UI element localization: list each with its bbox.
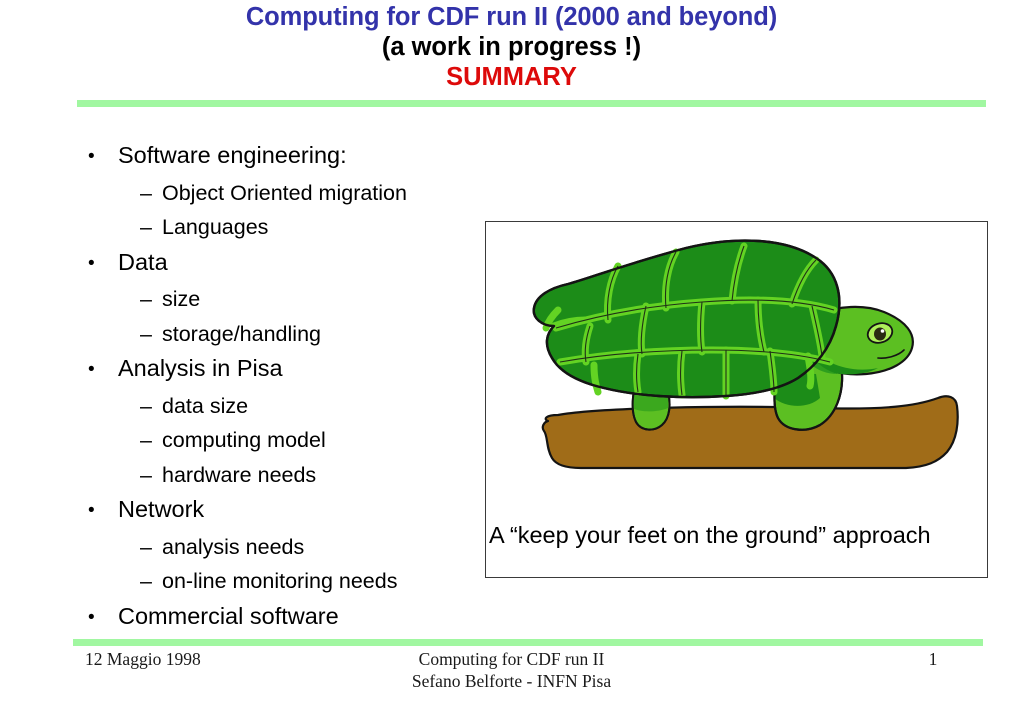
outline-item-label: Software engineering:: [118, 142, 347, 168]
outline-bullet-item: • Software engineering:: [88, 138, 488, 176]
footer-center-block: Computing for CDF run II Sefano Belforte…: [0, 648, 1023, 692]
outline-bullet-item: • Analysis in Pisa: [88, 351, 488, 389]
outline-item-label: computing model: [162, 428, 326, 452]
tortoise-shell: [532, 239, 841, 400]
outline-item-label: Data: [118, 248, 168, 275]
bullet-dash-icon: –: [140, 462, 152, 487]
outline-item-label: hardware needs: [162, 462, 317, 487]
outline-item-label: on-line monitoring needs: [162, 569, 398, 593]
outline-item-label: size: [162, 287, 201, 311]
bullet-dot-icon: •: [88, 359, 95, 380]
slide-title-main: Computing for CDF run II (2000 and beyon…: [245, 3, 778, 31]
outline-item-label: Object Oriented migration: [162, 180, 407, 205]
footer-divider-rule: [73, 639, 983, 646]
illustration-frame: A “keep your feet on the ground” approac…: [485, 221, 988, 578]
outline-item-label: analysis needs: [162, 534, 305, 559]
outline-item-label: Analysis in Pisa: [118, 355, 283, 381]
outline-item-label: Languages: [162, 215, 269, 239]
slide-title-subtitle: (a work in progress !): [381, 33, 642, 61]
outline-bullet-item: • Network: [88, 492, 488, 530]
slide-title-block: Computing for CDF run II (2000 and beyon…: [0, 2, 1023, 92]
bullet-dash-icon: –: [140, 428, 152, 452]
outline-subbullet-item: – computing model: [88, 423, 488, 458]
log-shape: [541, 395, 959, 470]
outline-subbullet-item: – analysis needs: [88, 530, 488, 565]
bullet-dash-icon: –: [140, 569, 152, 593]
bullet-dash-icon: –: [140, 180, 152, 205]
outline-subbullet-item: – hardware needs: [88, 458, 488, 493]
slide-footer: 12 Maggio 1998 Computing for CDF run II …: [0, 648, 1023, 706]
bullet-dash-icon: –: [140, 534, 152, 559]
outline-bullet-list: • Software engineering: – Object Oriented m…: [88, 138, 488, 636]
bullet-dot-icon: •: [88, 146, 95, 167]
outline-item-label: data size: [162, 393, 249, 418]
outline-subbullet-item: – data size: [88, 389, 488, 424]
bullet-dash-icon: –: [140, 393, 152, 418]
presentation-slide: Computing for CDF run II (2000 and beyon…: [0, 0, 1023, 708]
outline-subbullet-item: – Object Oriented migration: [88, 176, 488, 211]
tortoise-on-log-illustration: [532, 239, 959, 470]
bullet-dot-icon: •: [88, 252, 95, 274]
footer-deck-title: Computing for CDF run II: [418, 649, 605, 669]
outline-subbullet-item: – storage/handling: [88, 317, 488, 352]
outline-item-label: storage/handling: [162, 321, 321, 346]
outline-bullet-item: • Data: [88, 245, 488, 283]
bullet-dash-icon: –: [140, 215, 152, 239]
outline-bullet-item: • Commercial software: [88, 599, 488, 637]
outline-item-label: Commercial software: [118, 602, 339, 629]
illustration-caption: A “keep your feet on the ground” approac…: [489, 522, 931, 548]
bullet-dot-icon: •: [88, 500, 95, 521]
bullet-dash-icon: –: [140, 287, 152, 311]
outline-item-label: Network: [118, 496, 205, 522]
header-divider-rule: [77, 100, 986, 107]
outline-subbullet-item: – Languages: [88, 210, 488, 245]
footer-page-number: 1: [928, 649, 938, 669]
footer-author: Sefano Belforte - INFN Pisa: [411, 671, 612, 691]
outline-subbullet-item: – size: [88, 282, 488, 317]
bullet-dot-icon: •: [88, 606, 95, 628]
bullet-dash-icon: –: [140, 321, 152, 346]
slide-title-summary: SUMMARY: [446, 63, 577, 91]
outline-subbullet-item: – on-line monitoring needs: [88, 564, 488, 599]
